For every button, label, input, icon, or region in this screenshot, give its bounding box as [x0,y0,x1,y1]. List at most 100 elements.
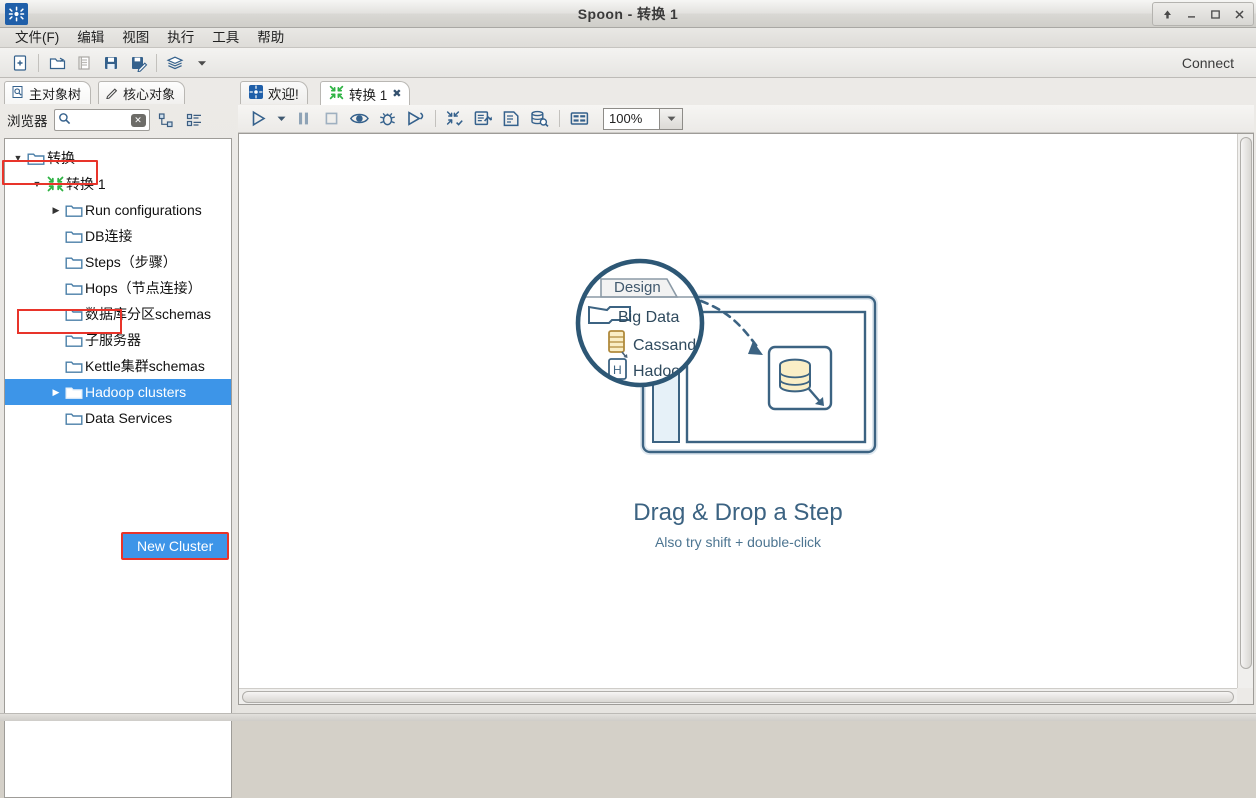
twisty-expanded-icon[interactable]: ▼ [11,153,25,163]
browser-toolbar: 浏览器 ✕ [0,104,236,136]
tree-item[interactable]: ▼ 转换 1 [5,171,231,197]
editor-tabs: 欢迎! 转换 1 ✖ [236,78,1256,105]
pause-button[interactable] [290,107,317,131]
connect-button[interactable]: Connect [1182,48,1234,78]
search-icon [58,112,71,128]
tab-label: 转换 1 [349,87,388,103]
tree-item[interactable]: ▶ Hadoop clusters [5,379,231,405]
twisty-collapsed-icon[interactable]: ▶ [49,205,63,216]
menu-view[interactable]: 视图 [113,29,158,47]
tree-item[interactable]: Hops（节点连接） [5,275,231,301]
transformation-canvas[interactable]: Design Big Data Cassandra H Hadoop Drag … [238,133,1254,705]
spoon-application-window: Spoon - 转换 1 文件(F) 编辑 视图 执行 工具 帮助 Connec… [0,0,1256,798]
tab-core-objects[interactable]: 核心对象 [98,81,186,104]
window-controls [1152,2,1254,26]
run-step-button[interactable] [402,107,429,131]
search-box[interactable]: ✕ [53,109,150,131]
run-button[interactable] [245,107,272,131]
canvas-toolbar: 100% [238,105,1254,133]
folder-icon [25,151,47,166]
menu-run[interactable]: 执行 [158,29,203,47]
drag-drop-illustration: Design Big Data Cassandra H Hadoop [575,258,878,455]
clear-search-icon[interactable]: ✕ [130,114,146,127]
layers-dropdown-button[interactable] [189,50,215,76]
zoom-dropdown-arrow[interactable] [659,107,683,130]
generate-sql-button[interactable] [498,107,525,131]
tree-item[interactable]: ▼ 转换 [5,145,231,171]
canvas-horizontal-scroll-thumb[interactable] [242,691,1234,703]
new-cluster-popup[interactable]: New Cluster [121,532,230,560]
editor-area: 欢迎! 转换 1 ✖ 100% Design Big Data Cassandr… [236,78,1256,721]
explore-database-button[interactable] [526,107,553,131]
tree-item[interactable]: 子服务器 [5,327,231,353]
close-button[interactable] [1228,4,1250,24]
folder-icon [63,307,85,322]
zoom-combobox[interactable]: 100% [603,107,683,130]
empty-state-title: Drag & Drop a Step [633,498,843,526]
expand-all-button[interactable] [184,109,206,131]
tree-item-label: DB连接 [85,228,133,244]
restore-up-button[interactable] [1156,4,1178,24]
tree-item[interactable]: DB连接 [5,223,231,249]
impact-analysis-button[interactable] [470,107,497,131]
menu-bar: 文件(F) 编辑 视图 执行 工具 帮助 [0,28,1256,48]
show-grid-button[interactable] [566,107,593,131]
save-button[interactable] [98,50,124,76]
menu-file[interactable]: 文件(F) [6,29,68,47]
zoom-value[interactable]: 100% [603,107,659,130]
maximize-button[interactable] [1204,4,1226,24]
canvas-empty-state: Design Big Data Cassandra H Hadoop Drag … [239,134,1237,688]
canvas-horizontal-scrollbar[interactable] [239,688,1237,704]
verify-button[interactable] [442,107,469,131]
tab-welcome[interactable]: 欢迎! [240,81,308,104]
pencil-icon [105,85,119,102]
new-file-button[interactable] [7,50,33,76]
collapse-all-button[interactable] [156,109,178,131]
tree-item-label: 数据库分区schemas [85,306,212,322]
left-panel-tabs: 主对象树 核心对象 [0,78,236,104]
folder-icon [63,411,85,426]
svg-text:H: H [613,363,622,377]
open-file-button[interactable] [44,50,70,76]
browser-label: 浏览器 [7,114,48,129]
tree-item[interactable]: ▶ Run configurations [5,197,231,223]
explorer-panel-button[interactable] [71,50,97,76]
tree-item-label: 转换 [47,150,75,166]
close-icon[interactable]: ✖ [392,87,401,100]
save-as-button[interactable] [125,50,151,76]
twisty-collapsed-icon[interactable]: ▶ [49,387,63,398]
document-search-icon [11,85,25,102]
canvas-vertical-scrollbar[interactable] [1237,134,1253,688]
tab-transformation-1[interactable]: 转换 1 ✖ [320,81,411,105]
object-tree[interactable]: ▼ 转换 ▼ 转换 1 ▶ Run configurations DB连接 Steps（步骤）… [4,138,232,798]
status-strip [0,713,1256,721]
canvas-toolbar-divider [435,110,436,127]
twisty-expanded-icon[interactable]: ▼ [30,179,44,189]
tab-label: 核心对象 [123,86,176,102]
folder-icon [63,203,85,218]
layers-button[interactable] [162,50,188,76]
search-input[interactable] [70,112,133,128]
tab-main-object-tree[interactable]: 主对象树 [4,81,92,104]
canvas-toolbar-divider-2 [559,110,560,127]
title-bar: Spoon - 转换 1 [0,0,1256,28]
preview-button[interactable] [346,107,373,131]
stop-button[interactable] [318,107,345,131]
main-toolbar: Connect [0,48,1256,78]
tree-item[interactable]: Data Services [5,405,231,431]
menu-tools[interactable]: 工具 [203,29,248,47]
magnifier-item-0-label: Big Data [618,309,679,326]
folder-icon [63,333,85,348]
run-options-dropdown[interactable] [273,107,289,131]
menu-edit[interactable]: 编辑 [68,29,113,47]
tab-label: 欢迎! [268,87,299,102]
tree-item-label: Hops（节点连接） [85,280,202,296]
menu-help[interactable]: 帮助 [248,29,293,47]
canvas-vertical-scroll-thumb[interactable] [1240,137,1252,669]
tree-item[interactable]: Steps（步骤） [5,249,231,275]
debug-button[interactable] [374,107,401,131]
tree-item-label: Data Services [85,410,173,426]
tree-item[interactable]: 数据库分区schemas [5,301,231,327]
tree-item[interactable]: Kettle集群schemas [5,353,231,379]
minimize-button[interactable] [1180,4,1202,24]
